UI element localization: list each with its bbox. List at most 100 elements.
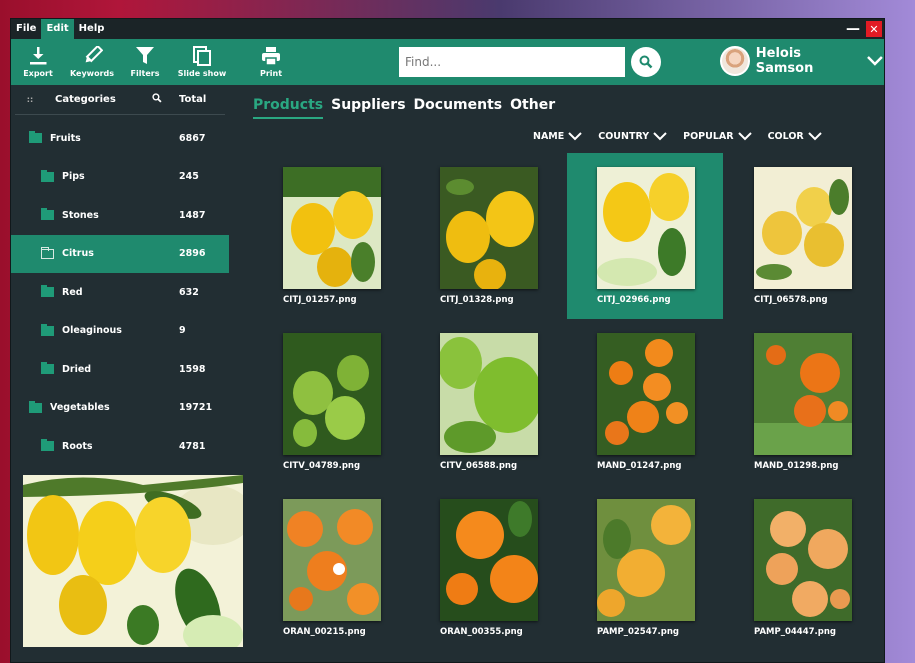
thumbnail-filename: MAND_01298.png: [754, 461, 839, 471]
total-header[interactable]: Total: [179, 94, 219, 105]
folder-open-icon: [41, 246, 54, 259]
tab-suppliers[interactable]: Suppliers: [331, 97, 405, 119]
thumbnail-filename: CITJ_01328.png: [440, 295, 514, 305]
minimize-button[interactable]: —: [844, 19, 862, 39]
sidebar-item-oleaginous[interactable]: Oleaginous 9: [11, 312, 229, 351]
sidebar-item-label: Dried: [62, 363, 92, 375]
menu-file[interactable]: File: [11, 19, 41, 39]
thumbnail-card[interactable]: CITJ_01257.png: [253, 153, 409, 319]
thumbnail-card[interactable]: CITJ_01328.png: [410, 153, 566, 319]
sidebar-item-red[interactable]: Red 632: [11, 273, 229, 312]
chevron-down-icon: [808, 132, 822, 141]
thumbnail-image: [440, 333, 538, 455]
sidebar-header: :: Categories Total: [15, 85, 225, 115]
thumbnail-image: [754, 499, 852, 621]
search-icon: [152, 93, 162, 103]
folder-icon: [41, 169, 54, 182]
thumbnail-card[interactable]: PAMP_02547.png: [567, 485, 723, 651]
app-window: File Edit Help — ✕ Export Keywords Filte…: [10, 18, 885, 663]
sidebar-item-fruits[interactable]: Fruits 6867: [11, 119, 229, 158]
user-name: Helois Samson: [755, 46, 814, 76]
export-label: Export: [23, 69, 53, 78]
categories-header[interactable]: Categories: [45, 94, 135, 105]
folder-icon: [29, 131, 42, 144]
search-icon: [639, 55, 653, 69]
export-button[interactable]: Export: [13, 46, 63, 78]
slideshow-button[interactable]: Slide show: [169, 46, 235, 78]
sidebar-item-count: 9: [179, 325, 186, 337]
thumbnail-image: [754, 333, 852, 455]
sort-color[interactable]: COLOR: [768, 131, 822, 142]
sidebar-item-dried[interactable]: Dried 1598: [11, 350, 229, 389]
folder-icon: [29, 400, 42, 413]
sort-name[interactable]: NAME: [533, 131, 582, 142]
sidebar-item-label: Roots: [62, 440, 93, 452]
thumbnail-image: [597, 499, 695, 621]
sort-country[interactable]: COUNTRY: [598, 131, 667, 142]
sort-popular-label: POPULAR: [683, 131, 734, 142]
thumbnail-image: [283, 167, 381, 289]
category-search-button[interactable]: [135, 93, 179, 106]
thumbnail-card[interactable]: PAMP_04447.png: [724, 485, 880, 651]
toolbar: Export Keywords Filters Slide show Print…: [11, 39, 884, 85]
folder-icon: [41, 285, 54, 298]
thumbnail-filename: CITV_04789.png: [283, 461, 361, 471]
thumbnail-card-selected[interactable]: CITJ_02966.png: [567, 153, 723, 319]
folder-icon: [41, 362, 54, 375]
tab-products[interactable]: Products: [253, 97, 324, 119]
sidebar-item-stones[interactable]: Stones 1487: [11, 196, 229, 235]
menu-help[interactable]: Help: [74, 19, 110, 39]
sidebar-item-count: 245: [179, 171, 199, 183]
sidebar-item-count: 4781: [179, 440, 206, 452]
sidebar-item-count: 6867: [179, 132, 206, 144]
keywords-button[interactable]: Keywords: [63, 46, 121, 78]
keywords-label: Keywords: [69, 69, 115, 78]
thumbnail-card[interactable]: CITV_04789.png: [253, 319, 409, 485]
user-menu[interactable]: Helois Samson: [720, 46, 884, 76]
thumbnail-filename: CITJ_06578.png: [754, 295, 828, 305]
image-preview: [23, 475, 243, 647]
thumbnail-card[interactable]: CITJ_06578.png: [724, 153, 880, 319]
filters-button[interactable]: Filters: [121, 46, 169, 78]
print-label: Print: [259, 69, 283, 78]
sidebar-item-label: Red: [62, 286, 83, 298]
print-button[interactable]: Print: [241, 46, 301, 78]
thumbnail-filename: ORAN_00215.png: [283, 627, 366, 637]
sidebar-item-count: 1598: [179, 363, 206, 375]
sidebar-item-vegetables[interactable]: Vegetables 19721: [11, 389, 229, 428]
tab-other[interactable]: Other: [510, 97, 555, 119]
sort-bar: NAME COUNTRY POPULAR COLOR: [533, 131, 838, 142]
chevron-down-icon: [867, 56, 883, 66]
sidebar-item-roots[interactable]: Roots 4781: [11, 427, 229, 466]
folder-icon: [41, 323, 54, 336]
sidebar-item-count: 2896: [179, 248, 206, 260]
pencil-icon: [85, 46, 103, 63]
close-button[interactable]: ✕: [866, 21, 882, 37]
thumbnail-card[interactable]: MAND_01298.png: [724, 319, 880, 485]
thumbnail-card[interactable]: MAND_01247.png: [567, 319, 723, 485]
thumbnail-image: [283, 499, 381, 621]
sidebar-item-count: 19721: [179, 402, 213, 414]
thumbnail-filename: CITV_06588.png: [440, 461, 518, 471]
filter-icon: [136, 47, 154, 64]
chevron-down-icon: [737, 132, 752, 141]
collapse-handle[interactable]: ::: [15, 95, 45, 104]
thumbnail-filename: PAMP_02547.png: [597, 627, 679, 637]
search-button[interactable]: [631, 47, 661, 77]
thumbnail-image: [597, 167, 695, 289]
menu-edit[interactable]: Edit: [41, 19, 74, 39]
sidebar-item-citrus[interactable]: Citrus 2896: [11, 234, 229, 273]
thumbnail-card[interactable]: ORAN_00215.png: [253, 485, 409, 651]
chevron-down-icon: [653, 132, 667, 141]
sidebar-item-pips[interactable]: Pips 245: [11, 158, 229, 197]
thumbnail-card[interactable]: ORAN_00355.png: [410, 485, 566, 651]
category-tree: Fruits 6867 Pips 245 Stones 1487 Citrus …: [11, 119, 229, 466]
sidebar-item-label: Stones: [62, 209, 99, 221]
tab-documents[interactable]: Documents: [414, 97, 503, 119]
chevron-down-icon: [568, 132, 582, 141]
search-input[interactable]: [399, 47, 625, 77]
thumbnail-card[interactable]: CITV_06588.png: [410, 319, 566, 485]
thumbnail-filename: ORAN_00355.png: [440, 627, 523, 637]
sort-popular[interactable]: POPULAR: [683, 131, 752, 142]
avatar: [720, 46, 750, 76]
